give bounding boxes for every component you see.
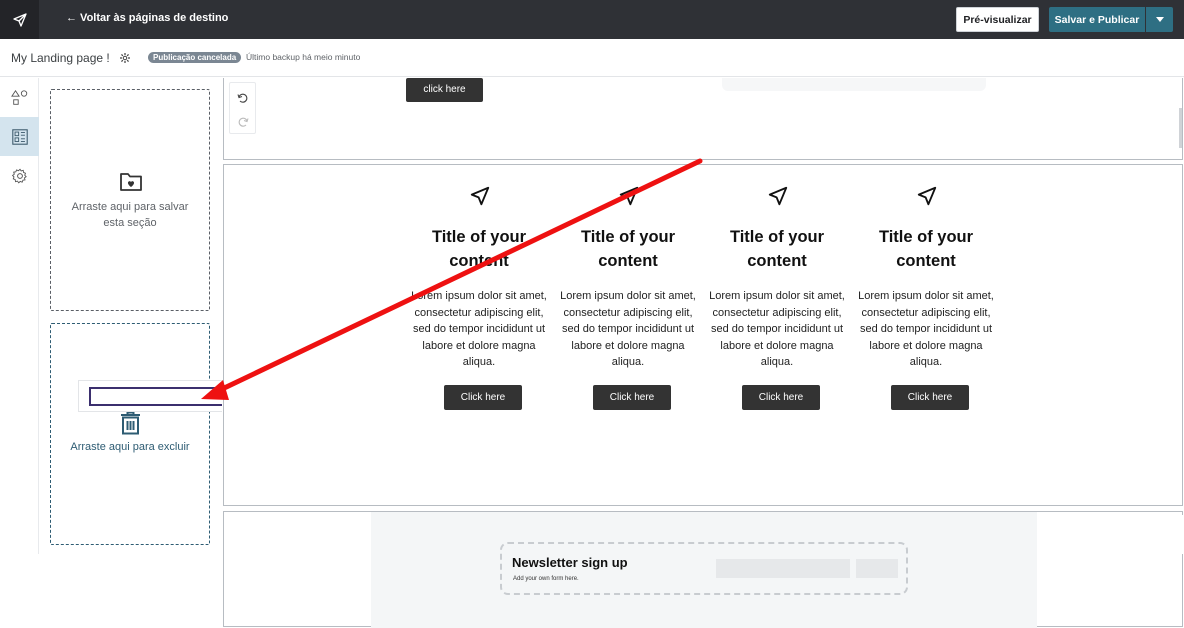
newsletter-subtitle: Add your own form here. (513, 576, 579, 582)
feature-text: Lorem ipsum dolor sit amet, consectetur … (858, 290, 994, 368)
paper-plane-icon (619, 186, 639, 206)
page-info-bar: My Landing page ! Publicação cancelada Ú… (0, 39, 1184, 77)
feature-title: Title of your content (878, 228, 974, 270)
preview-button[interactable]: Pré-visualizar (956, 7, 1039, 32)
top-click-here-button[interactable]: click here (406, 78, 483, 102)
newsletter-title: Newsletter sign up (512, 555, 628, 570)
feature-text: Lorem ipsum dolor sit amet, consectetur … (709, 290, 845, 368)
logo-paper-plane-icon[interactable] (0, 0, 39, 39)
undo-redo-panel (229, 82, 256, 134)
sidebar-item-settings[interactable] (0, 156, 39, 195)
feature-click-here-button[interactable]: Click here (742, 385, 820, 410)
section-top[interactable]: click here (223, 78, 1183, 160)
feature-click-here-button[interactable]: Click here (593, 385, 671, 410)
undo-icon[interactable] (237, 92, 249, 104)
dragged-section-preview (89, 387, 230, 406)
sidebar-item-elements[interactable] (0, 78, 39, 117)
page-name[interactable]: My Landing page ! (11, 51, 110, 65)
shapes-icon (10, 89, 27, 105)
trash-icon (121, 411, 140, 435)
dragged-section-ghost[interactable] (78, 380, 238, 412)
section-features[interactable]: Title of your content Lorem ipsum dolor … (223, 164, 1183, 506)
corner-mask (1120, 515, 1184, 554)
page-settings-gear-icon[interactable] (119, 52, 131, 64)
save-and-publish-button[interactable]: Salvar e Publicar (1049, 7, 1145, 32)
feature-text: Lorem ipsum dolor sit amet, consectetur … (560, 290, 696, 368)
feature-title: Title of your content (580, 228, 676, 270)
canvas-scrollbar[interactable] (1179, 108, 1182, 148)
paper-plane-icon (917, 186, 937, 206)
redo-icon[interactable] (237, 116, 249, 128)
folder-heart-icon (120, 173, 142, 191)
save-section-dropzone[interactable]: Arraste aqui para salvar esta seção (50, 89, 210, 311)
feature-title: Title of your content (431, 228, 527, 270)
paper-plane-icon (768, 186, 788, 206)
save-section-label: Arraste aqui para salvar esta seção (71, 201, 189, 229)
paper-plane-icon (470, 186, 490, 206)
status-badge: Publicação cancelada (148, 52, 242, 63)
placeholder-block (722, 78, 986, 91)
top-bar: ← Voltar às páginas de destino Pré-visua… (0, 0, 1184, 39)
delete-section-dropzone[interactable]: Arraste aqui para excluir (50, 323, 210, 545)
newsletter-form-placeholder[interactable]: Newsletter sign up Add your own form her… (500, 542, 908, 595)
settings-gear-icon (11, 168, 27, 184)
newsletter-email-input[interactable] (716, 559, 850, 578)
newsletter-submit-button[interactable] (856, 559, 898, 578)
publish-options-dropdown[interactable] (1146, 7, 1173, 32)
back-to-landing-pages-link[interactable]: ← Voltar às páginas de destino (66, 12, 228, 24)
section-newsletter[interactable]: Newsletter sign up Add your own form her… (223, 511, 1183, 628)
feature-text: Lorem ipsum dolor sit amet, consectetur … (411, 290, 547, 368)
feature-click-here-button[interactable]: Click here (891, 385, 969, 410)
editor-sidebar (0, 78, 39, 554)
layout-sections-icon (11, 128, 28, 145)
delete-section-label: Arraste aqui para excluir (70, 441, 190, 453)
backup-status-text: Último backup há meio minuto (246, 52, 361, 62)
editor-canvas: click here Title of your content Lorem i… (222, 78, 1184, 628)
feature-title: Title of your content (729, 228, 825, 270)
feature-click-here-button[interactable]: Click here (444, 385, 522, 410)
sidebar-item-sections[interactable] (0, 117, 39, 156)
